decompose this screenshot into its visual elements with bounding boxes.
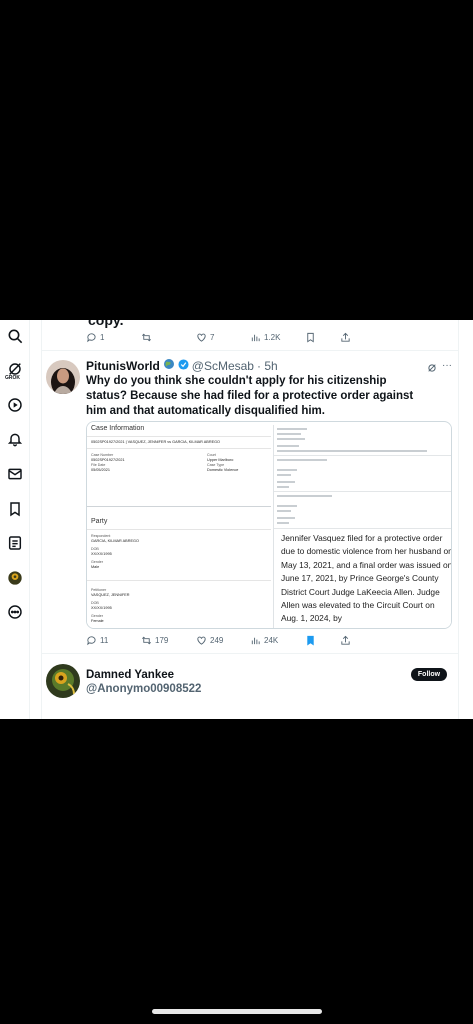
column-divider [41, 320, 42, 719]
views-count: 1.2K [264, 332, 281, 342]
respondent-dob: XX/XX/1995 [91, 552, 112, 556]
doc-divider [87, 506, 271, 507]
share-button[interactable] [340, 332, 351, 343]
more-options-icon[interactable]: ··· [442, 360, 452, 371]
list-icon[interactable] [6, 534, 24, 552]
reply-count: 1 [100, 332, 105, 342]
tweet-separator [42, 653, 458, 654]
petitioner-dob-label: DOB [91, 601, 99, 605]
tweet-header: PitunisWorld @ScMesab · 5h [86, 358, 278, 373]
tweet-separator [42, 350, 458, 351]
home-indicator[interactable] [152, 1009, 322, 1014]
doc-divider [87, 529, 271, 530]
mail-icon[interactable] [6, 465, 24, 483]
case-information-title: Case Information [91, 425, 145, 432]
author-name[interactable]: PitunisWorld [86, 359, 160, 373]
tweet-image[interactable]: Case Information 0502SP01927/2021 | VASQ… [86, 421, 452, 629]
bookmark-button[interactable] [305, 635, 316, 646]
sidebar-nav: GROK [0, 320, 30, 719]
grok-label: GROK [5, 375, 20, 381]
retweet-button[interactable]: 179 [141, 635, 168, 646]
video-icon[interactable] [6, 396, 24, 414]
profile-avatar[interactable] [6, 569, 24, 587]
doc-divider [87, 448, 271, 449]
timeline: GROK copy. 1 7 1.2K PitunisWorld @ScMesa… [0, 320, 473, 719]
respondent-gender: Male [91, 565, 100, 569]
tweet-text: Why do you think she couldn't apply for … [86, 375, 414, 417]
doc-divider [87, 436, 271, 437]
case-line: 0502SP01927/2021 | VASQUEZ, JENNIFER vs … [91, 440, 221, 444]
petitioner-dob: XX/XX/1995 [91, 606, 112, 610]
like-button[interactable]: 7 [196, 332, 214, 343]
petitioner-gender: Female [91, 619, 104, 623]
like-count: 249 [210, 635, 224, 645]
file-date: 05/05/2021 [91, 468, 111, 472]
views-count: 24K [264, 635, 279, 645]
next-user-name[interactable]: Damned Yankee [86, 669, 174, 681]
next-user-handle[interactable]: @Anonymo00908522 [86, 683, 201, 695]
court: Upper Marlboro [207, 458, 234, 462]
bell-icon[interactable] [6, 430, 24, 448]
column-divider-right [458, 320, 459, 719]
bookmark-button[interactable] [305, 332, 316, 343]
case-number-label: Case Number [91, 453, 114, 457]
retweet-button[interactable] [141, 332, 155, 343]
like-button[interactable]: 249 [196, 635, 223, 646]
petitioner-label: Petitioner [91, 588, 107, 592]
views-button[interactable]: 24K [250, 635, 278, 646]
doc-divider [87, 580, 271, 581]
views-button[interactable]: 1.2K [250, 332, 280, 343]
case-type-label: Case Type [207, 463, 225, 467]
author-handle[interactable]: @ScMesab [192, 359, 254, 373]
bookmark-icon[interactable] [6, 500, 24, 518]
more-circle-icon[interactable] [6, 603, 24, 621]
reply-count: 11 [100, 635, 109, 645]
author-avatar[interactable] [46, 360, 80, 394]
tweet-time[interactable]: · 5h [257, 359, 278, 373]
search-icon[interactable] [6, 327, 24, 345]
retweet-count: 179 [155, 635, 169, 645]
file-date-label: File Date [91, 463, 106, 467]
respondent-dob-label: DOB [91, 547, 99, 551]
like-count: 7 [210, 332, 215, 342]
reply-button[interactable]: 1 [86, 332, 104, 343]
respondent-label: Respondent [91, 534, 111, 538]
court-label: Court [207, 453, 216, 457]
next-user-avatar[interactable] [46, 664, 80, 698]
share-button[interactable] [340, 635, 351, 646]
verified-badge-icon [178, 358, 189, 373]
respondent-name: GARCIA, KILMAR ABREGO [91, 539, 139, 543]
case-document-left: Case Information 0502SP01927/2021 | VASQ… [87, 422, 271, 628]
phone-screen: GROK copy. 1 7 1.2K PitunisWorld @ScMesa… [0, 0, 473, 1024]
petitioner-gender-label: Gender [91, 614, 103, 618]
follow-button[interactable]: Follow [411, 668, 447, 681]
reply-button[interactable]: 11 [86, 635, 108, 646]
respondent-gender-label: Gender [91, 560, 103, 564]
case-number: 0502SP01927/2021 [91, 458, 125, 462]
petitioner-name: VASQUEZ, JENNIFER [91, 593, 130, 597]
previous-tweet-text: copy. [88, 320, 124, 328]
overlay-caption: Jennifer Vasquez filed for a protective … [281, 532, 451, 626]
grok-explain-icon[interactable] [427, 360, 437, 372]
party-title: Party [91, 518, 108, 525]
case-type: Domestic Violence [207, 468, 239, 472]
globe-emoji-icon [163, 358, 175, 373]
